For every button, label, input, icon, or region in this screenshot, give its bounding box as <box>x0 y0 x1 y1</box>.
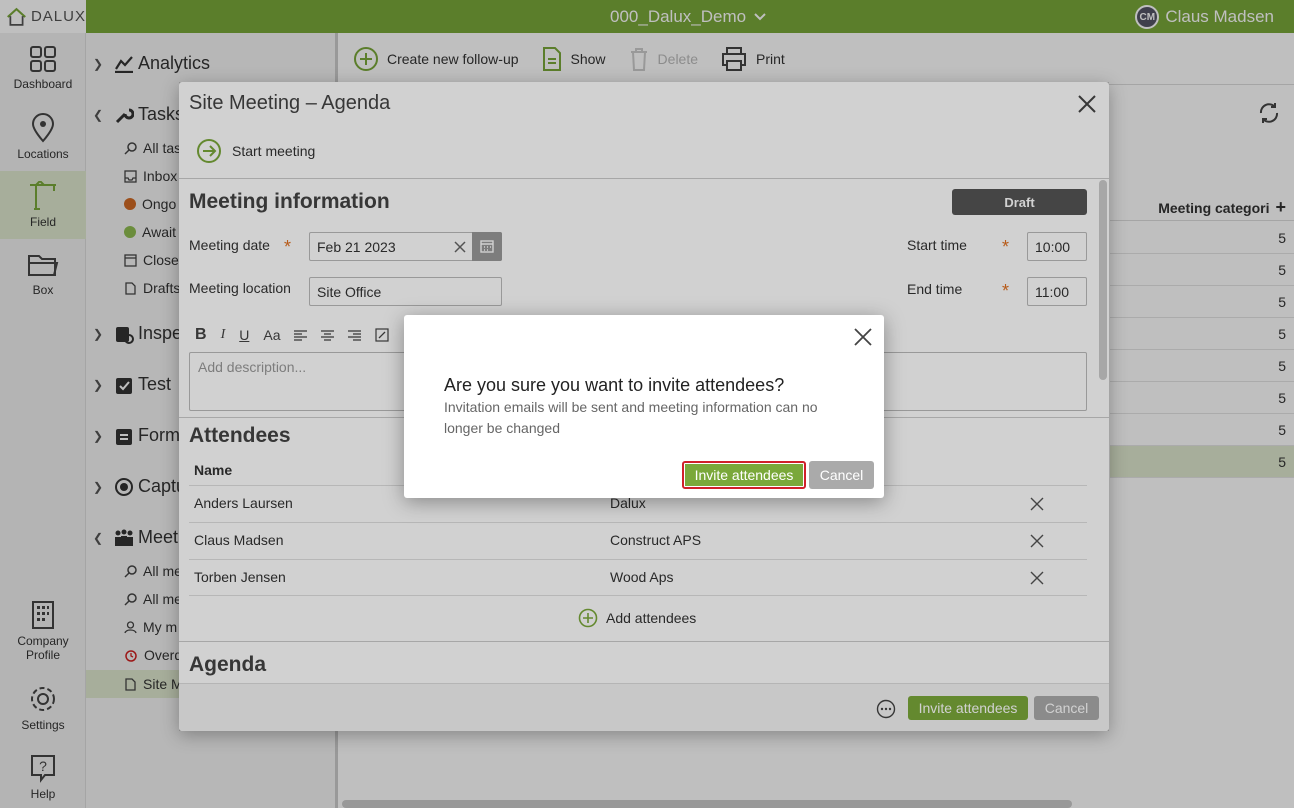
close-icon[interactable] <box>854 328 872 346</box>
confirm-invite-dialog: Are you sure you want to invite attendee… <box>404 315 884 498</box>
dialog-message: Invitation emails will be sent and meeti… <box>444 399 818 436</box>
invite-attendees-button[interactable]: Invite attendees <box>682 461 806 489</box>
cancel-button[interactable]: Cancel <box>809 461 874 489</box>
dialog-title: Are you sure you want to invite attendee… <box>444 375 785 395</box>
